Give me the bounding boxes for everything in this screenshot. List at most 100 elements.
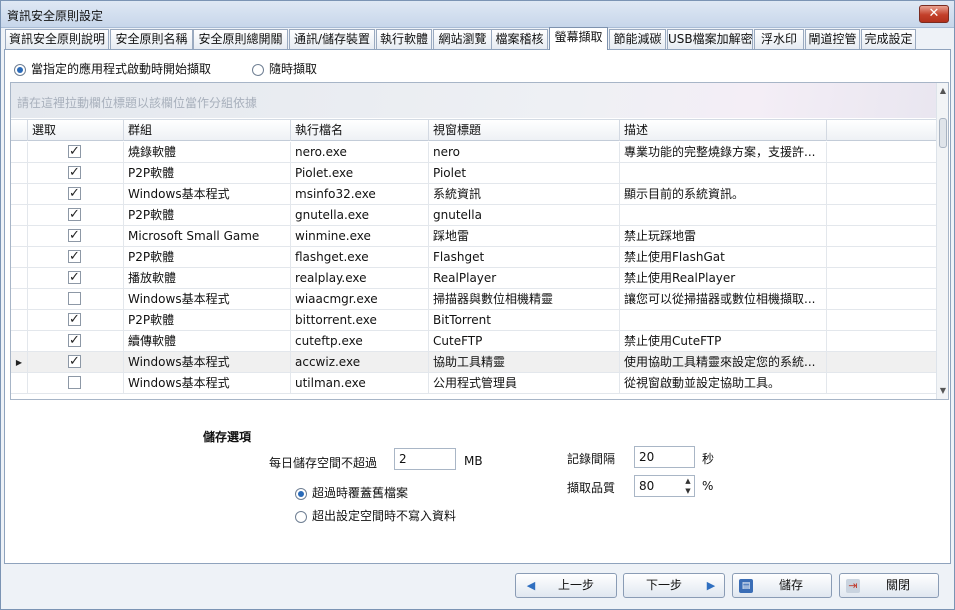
save-button[interactable]: ▤ 儲存	[732, 573, 832, 598]
quality-spinner[interactable]: 80 ▲ ▼	[634, 475, 695, 497]
window-cell[interactable]: 掃描器與數位相機精靈	[429, 289, 620, 310]
desc-cell[interactable]: 使用協助工具精靈來設定您的系統...	[620, 352, 827, 373]
select-checkbox[interactable]	[68, 352, 81, 372]
select-checkbox[interactable]	[68, 142, 81, 162]
tab-1[interactable]: 安全原則名稱	[110, 29, 193, 49]
exe-cell[interactable]: winmine.exe	[291, 226, 429, 247]
exe-cell[interactable]: flashget.exe	[291, 247, 429, 268]
select-checkbox[interactable]	[68, 205, 81, 225]
tab-3[interactable]: 通訊/儲存裝置	[289, 29, 375, 49]
exe-cell[interactable]: utilman.exe	[291, 373, 429, 394]
table-row[interactable]: 播放軟體realplay.exeRealPlayer禁止使用RealPlayer	[11, 268, 936, 289]
group-cell[interactable]: Microsoft Small Game	[124, 226, 291, 247]
tab-6[interactable]: 檔案稽核	[491, 29, 548, 49]
exe-cell[interactable]: wiaacmgr.exe	[291, 289, 429, 310]
group-cell[interactable]: P2P軟體	[124, 205, 291, 226]
desc-cell[interactable]: 禁止使用FlashGat	[620, 247, 827, 268]
tab-5[interactable]: 網站瀏覽	[433, 29, 492, 49]
desc-cell[interactable]	[620, 205, 827, 226]
desc-cell[interactable]: 從視窗啟動並設定協助工具。	[620, 373, 827, 394]
grid-vertical-scrollbar[interactable]: ▲ ▼	[936, 83, 948, 399]
header-exe[interactable]: 執行檔名	[291, 120, 429, 141]
tab-4[interactable]: 執行軟體	[376, 29, 432, 49]
window-cell[interactable]: 系統資訊	[429, 184, 620, 205]
window-cell[interactable]: 公用程式管理員	[429, 373, 620, 394]
desc-cell[interactable]	[620, 310, 827, 331]
prev-button[interactable]: ◀ 上一步	[515, 573, 617, 598]
group-by-area[interactable]: 請在這裡拉動欄位標題以該欄位當作分組依據	[11, 83, 936, 118]
window-cell[interactable]: BitTorrent	[429, 310, 620, 331]
window-cell[interactable]: gnutella	[429, 205, 620, 226]
capture-anytime-radio[interactable]	[252, 63, 264, 76]
desc-cell[interactable]: 禁止玩踩地雷	[620, 226, 827, 247]
close-window-button[interactable]: ✕	[919, 5, 949, 23]
window-cell[interactable]: 踩地雷	[429, 226, 620, 247]
exe-cell[interactable]: realplay.exe	[291, 268, 429, 289]
window-cell[interactable]: Flashget	[429, 247, 620, 268]
overwrite-radio[interactable]	[295, 487, 307, 500]
group-cell[interactable]: P2P軟體	[124, 310, 291, 331]
no-write-option[interactable]: 超出設定空間時不寫入資料	[295, 507, 456, 524]
tab-8[interactable]: 節能減碳	[609, 29, 666, 49]
select-checkbox[interactable]	[68, 226, 81, 246]
group-cell[interactable]: Windows基本程式	[124, 352, 291, 373]
select-checkbox[interactable]	[68, 268, 81, 288]
table-row[interactable]: Windows基本程式msinfo32.exe系統資訊顯示目前的系統資訊。	[11, 184, 936, 205]
window-cell[interactable]: CuteFTP	[429, 331, 620, 352]
tab-10[interactable]: 浮水印	[754, 29, 804, 49]
table-row[interactable]: P2P軟體flashget.exeFlashget禁止使用FlashGat	[11, 247, 936, 268]
desc-cell[interactable]: 禁止使用CuteFTP	[620, 331, 827, 352]
daily-limit-input[interactable]: 2	[394, 448, 456, 470]
group-cell[interactable]: Windows基本程式	[124, 289, 291, 310]
tab-0[interactable]: 資訊安全原則說明	[5, 29, 109, 49]
group-cell[interactable]: 續傳軟體	[124, 331, 291, 352]
group-cell[interactable]: P2P軟體	[124, 247, 291, 268]
table-row[interactable]: P2P軟體Piolet.exePiolet	[11, 163, 936, 184]
header-window-title[interactable]: 視窗標題	[429, 120, 620, 141]
scroll-up-icon[interactable]: ▲	[938, 85, 948, 97]
table-row[interactable]: P2P軟體bittorrent.exeBitTorrent	[11, 310, 936, 331]
exe-cell[interactable]: cuteftp.exe	[291, 331, 429, 352]
exe-cell[interactable]: Piolet.exe	[291, 163, 429, 184]
desc-cell[interactable]: 顯示目前的系統資訊。	[620, 184, 827, 205]
group-cell[interactable]: 播放軟體	[124, 268, 291, 289]
tab-12[interactable]: 完成設定	[861, 29, 916, 49]
capture-anytime-option[interactable]: 隨時擷取	[252, 60, 317, 77]
tab-11[interactable]: 閘道控管	[805, 29, 860, 49]
tab-2[interactable]: 安全原則總開關	[193, 29, 288, 49]
select-checkbox[interactable]	[68, 184, 81, 204]
capture-on-app-radio[interactable]	[14, 63, 26, 76]
tab-7[interactable]: 螢幕擷取	[549, 27, 608, 50]
exe-cell[interactable]: accwiz.exe	[291, 352, 429, 373]
table-row[interactable]: Windows基本程式 wiaacmgr.exe 掃描器與數位相機精靈 讓您可以從掃描…	[11, 289, 936, 310]
next-button[interactable]: 下一步 ▶	[623, 573, 725, 598]
exe-cell[interactable]: gnutella.exe	[291, 205, 429, 226]
header-description[interactable]: 描述	[620, 120, 827, 141]
window-cell[interactable]: Piolet	[429, 163, 620, 184]
capture-on-app-option[interactable]: 當指定的應用程式啟動時開始擷取	[14, 60, 211, 77]
desc-cell[interactable]: 專業功能的完整燒錄方案，支援許...	[620, 142, 827, 163]
group-cell[interactable]: P2P軟體	[124, 163, 291, 184]
desc-cell[interactable]: 讓您可以從掃描器或數位相機擷取...	[620, 289, 827, 310]
table-row[interactable]: 燒錄軟體nero.exenero專業功能的完整燒錄方案，支援許...	[11, 142, 936, 163]
table-row[interactable]: P2P軟體gnutella.exegnutella	[11, 205, 936, 226]
select-checkbox[interactable]	[68, 247, 81, 267]
desc-cell[interactable]	[620, 163, 827, 184]
interval-input[interactable]: 20	[634, 446, 695, 468]
header-select[interactable]: 選取	[28, 120, 124, 141]
exe-cell[interactable]: bittorrent.exe	[291, 310, 429, 331]
group-cell[interactable]: Windows基本程式	[124, 184, 291, 205]
select-checkbox[interactable]	[68, 310, 81, 330]
group-cell[interactable]: 燒錄軟體	[124, 142, 291, 163]
select-checkbox[interactable]	[68, 163, 81, 183]
select-checkbox[interactable]	[68, 376, 81, 389]
tab-9[interactable]: USB檔案加解密	[667, 29, 753, 49]
scroll-down-icon[interactable]: ▼	[938, 385, 948, 397]
scroll-thumb[interactable]	[939, 118, 947, 148]
select-checkbox[interactable]	[68, 292, 81, 305]
table-row[interactable]: ▶ Windows基本程式accwiz.exe協助工具精靈使用協助工具精靈來設定您…	[11, 352, 936, 373]
table-row[interactable]: Windows基本程式 utilman.exe 公用程式管理員 從視窗啟動並設定協助工…	[11, 373, 936, 394]
overwrite-option[interactable]: 超過時覆蓋舊檔案	[295, 484, 408, 501]
window-cell[interactable]: 協助工具精靈	[429, 352, 620, 373]
no-write-radio[interactable]	[295, 510, 307, 523]
